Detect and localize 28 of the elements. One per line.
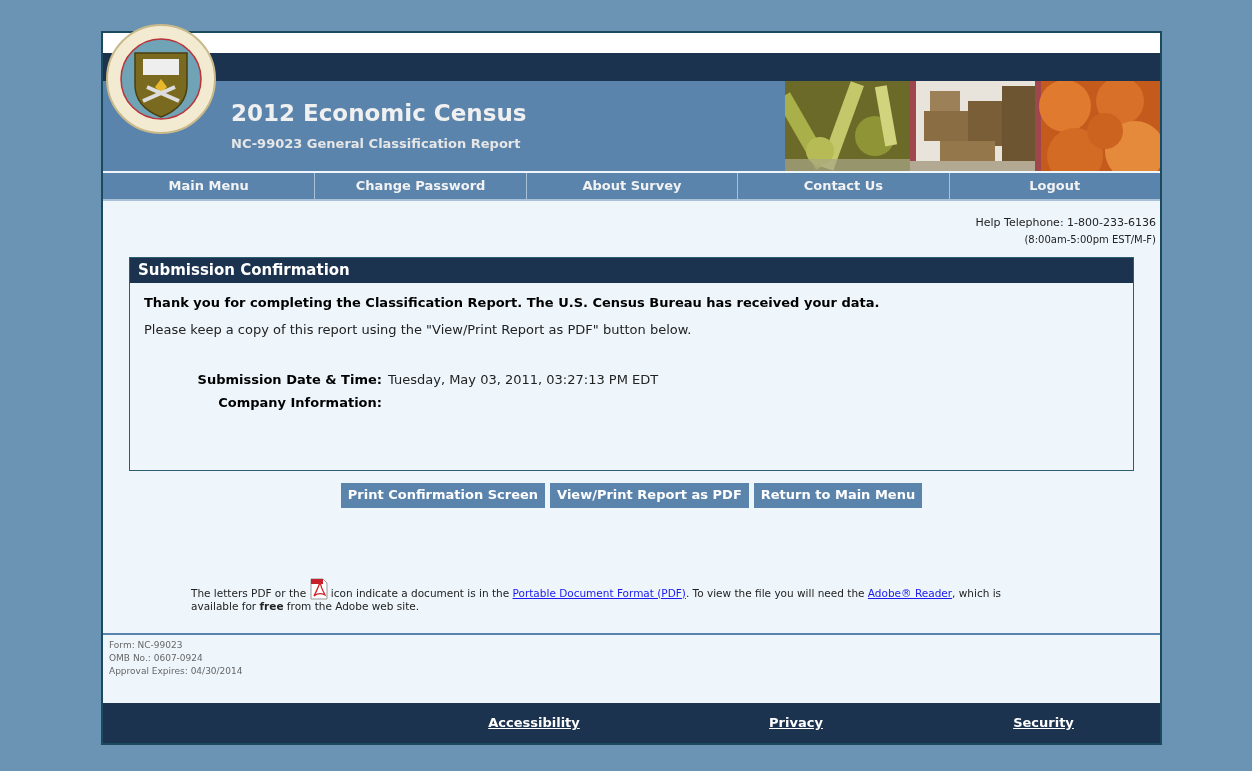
pdf-note: The letters PDF or the icon indicate a document is in the Portable Document Format (PDF). To view the file you will need the Adobe® Reader, which is available for free from the Adobe web site. (191, 577, 1050, 613)
form-info-text: OMB No.: 0607-0924 (109, 651, 204, 665)
form-info-text: Approval Expires: 04/30/2014 (109, 664, 244, 678)
help-hours: (8:00am-5:00pm EST/M-F) (1024, 232, 1156, 247)
site-title: 2012 Economic Census (231, 98, 527, 128)
action-button[interactable]: Return to Main Menu (753, 482, 923, 508)
help-telephone: Help Telephone: 1-800-233-6136 (975, 215, 1156, 231)
form-info-text: Form: NC-99023 (109, 638, 184, 652)
footer-link[interactable]: Privacy (769, 713, 823, 733)
field-label: Company Information: (217, 394, 382, 412)
instruction-text: Please keep a copy of this report using the "View/Print Report as PDF" button below. (143, 321, 693, 339)
nav-link[interactable]: Logout (948, 173, 1160, 199)
site-subtitle: NC-99023 General Classification Report (231, 134, 522, 153)
field-label: Submission Date & Time: (196, 370, 382, 389)
link[interactable]: Adobe® Reader (867, 586, 953, 599)
nav-link[interactable]: Change Password (314, 173, 526, 199)
footer-link[interactable]: Accessibility (488, 713, 580, 733)
field-value: Tuesday, May 03, 2011, 03:27:13 PM EDT (388, 370, 660, 389)
nav-link[interactable]: Main Menu (103, 173, 315, 199)
action-button[interactable]: View/Print Report as PDF (550, 482, 749, 508)
link[interactable]: Portable Document Format (PDF) (512, 586, 686, 599)
pdf-document-icon (309, 577, 328, 600)
panel-title: Submission Confirmation (130, 257, 1133, 283)
nav-link[interactable]: Contact Us (737, 173, 949, 199)
nav-link[interactable]: About Survey (525, 173, 738, 199)
thank-you-message: Thank you for completing the Classification Report. The U.S. Census Bureau has received your data. (143, 293, 881, 312)
action-button[interactable]: Print Confirmation Screen (340, 482, 546, 508)
footer-link[interactable]: Security (1013, 713, 1074, 733)
